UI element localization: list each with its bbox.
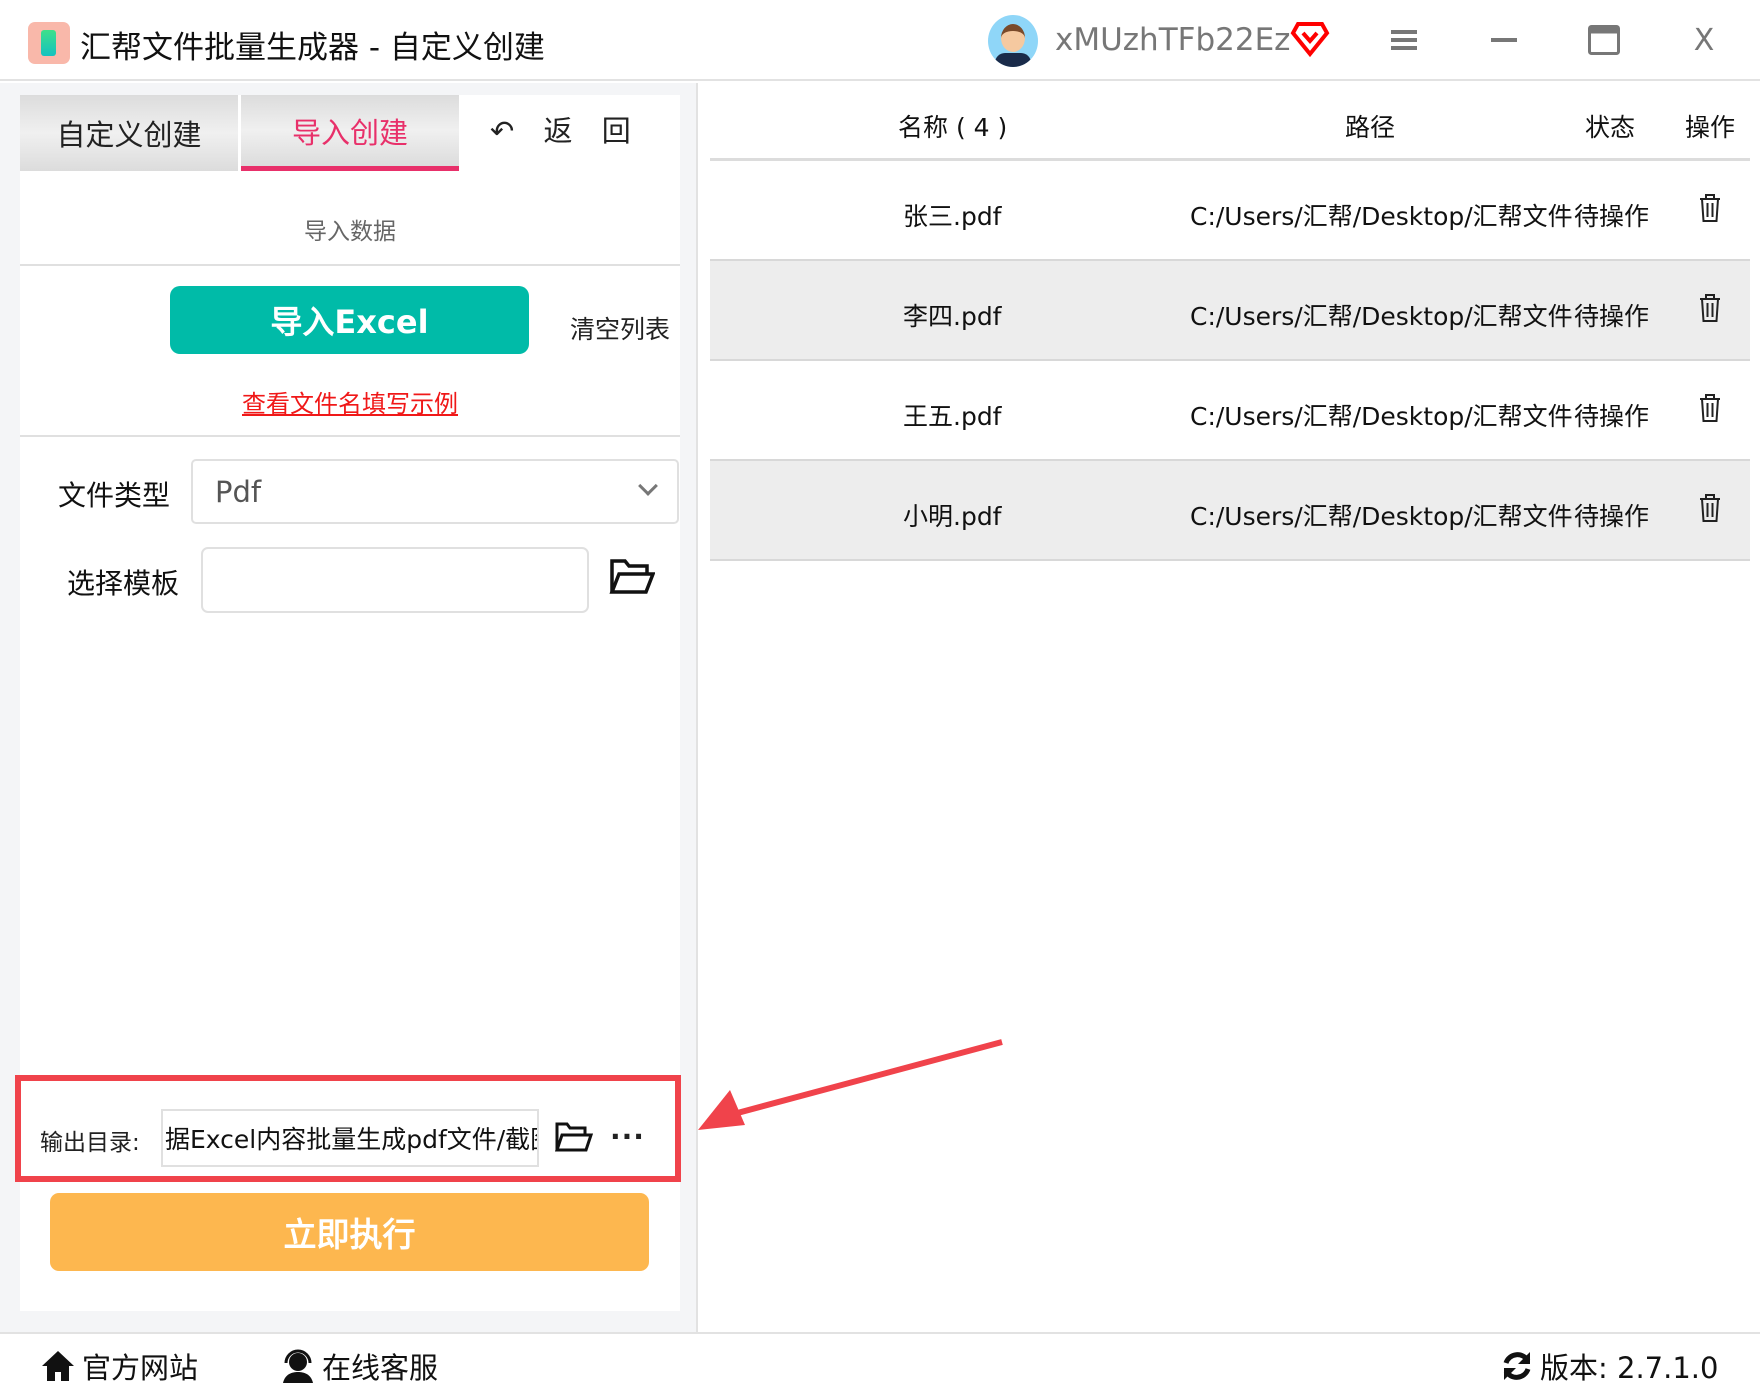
file-name: 王五.pdf <box>903 402 1002 431</box>
table-row[interactable]: 张三.pdf C:/Users/汇帮/Desktop/汇帮文件 待操作 <box>710 161 1750 261</box>
file-path: C:/Users/汇帮/Desktop/汇帮文件 <box>1190 302 1573 331</box>
section-title: 导入数据 <box>304 219 396 245</box>
trash-icon[interactable] <box>1698 393 1722 423</box>
file-status: 待操作 <box>1574 402 1650 431</box>
column-header-status: 状态 <box>1585 113 1636 142</box>
column-header-path: 路径 <box>1345 113 1396 142</box>
file-name: 张三.pdf <box>903 202 1002 231</box>
app-logo-icon <box>28 22 70 64</box>
example-link[interactable]: 查看文件名填写示例 <box>20 384 680 419</box>
folder-open-icon[interactable] <box>609 556 655 596</box>
online-support-label: 在线客服 <box>322 1351 439 1385</box>
table-row[interactable]: 王五.pdf C:/Users/汇帮/Desktop/汇帮文件 待操作 <box>710 361 1750 461</box>
minimize-icon <box>1491 38 1517 42</box>
file-path: C:/Users/汇帮/Desktop/汇帮文件 <box>1190 502 1573 531</box>
online-support-link[interactable]: 在线客服 <box>280 1345 438 1387</box>
maximize-button[interactable] <box>1584 20 1624 60</box>
undo-icon: ↶ <box>490 114 525 148</box>
file-path: C:/Users/汇帮/Desktop/汇帮文件 <box>1190 402 1573 431</box>
column-header-name: 名称 ( 4 ) <box>898 113 1008 142</box>
execute-button[interactable]: 立即执行 <box>50 1193 649 1271</box>
table-row[interactable]: 小明.pdf C:/Users/汇帮/Desktop/汇帮文件 待操作 <box>710 461 1750 561</box>
trash-icon[interactable] <box>1698 493 1722 523</box>
output-dir-input[interactable]: 据Excel内容批量生成pdf文件/截图 <box>161 1109 539 1167</box>
back-label: 返 回 <box>543 114 641 148</box>
divider <box>20 264 680 266</box>
file-path: C:/Users/汇帮/Desktop/汇帮文件 <box>1190 202 1573 231</box>
close-button[interactable]: X <box>1684 20 1724 60</box>
avatar[interactable] <box>988 15 1038 67</box>
trash-icon[interactable] <box>1698 193 1722 223</box>
minimize-button[interactable] <box>1484 20 1524 60</box>
vip-badge-icon[interactable] <box>1290 18 1330 58</box>
back-button[interactable]: ↶ 返 回 <box>490 108 641 150</box>
menu-button[interactable] <box>1384 20 1424 60</box>
output-dir-label: 输出目录: <box>40 1130 140 1156</box>
version-info[interactable]: 版本: 2.7.1.0 <box>1500 1345 1718 1387</box>
official-website-label: 官方网站 <box>82 1351 199 1385</box>
file-type-value: Pdf <box>215 474 262 509</box>
trash-icon[interactable] <box>1698 293 1722 323</box>
home-icon <box>42 1351 74 1381</box>
annotation-arrow <box>698 1039 1003 1130</box>
column-header-action: 操作 <box>1685 113 1736 142</box>
username[interactable]: xMUzhTFb22Ez <box>1055 22 1290 58</box>
tab-import-create[interactable]: 导入创建 <box>241 95 459 171</box>
template-label: 选择模板 <box>67 567 180 600</box>
refresh-icon <box>1503 1352 1531 1380</box>
version-label: 版本: 2.7.1.0 <box>1540 1351 1719 1385</box>
more-options-button[interactable]: ··· <box>610 1120 645 1153</box>
bottom-bar <box>0 1332 1760 1400</box>
file-name: 李四.pdf <box>903 302 1002 331</box>
file-type-select[interactable]: Pdf <box>191 459 679 524</box>
official-website-link[interactable]: 官方网站 <box>40 1345 198 1387</box>
chevron-down-icon <box>638 476 658 496</box>
hamburger-icon <box>1391 30 1417 50</box>
file-type-label: 文件类型 <box>58 479 171 512</box>
folder-open-icon[interactable] <box>555 1121 593 1153</box>
file-status: 待操作 <box>1574 202 1650 231</box>
file-status: 待操作 <box>1574 302 1650 331</box>
template-input[interactable] <box>201 547 589 613</box>
import-excel-button[interactable]: 导入Excel <box>170 286 529 354</box>
table-row[interactable]: 李四.pdf C:/Users/汇帮/Desktop/汇帮文件 待操作 <box>710 261 1750 361</box>
customer-service-icon <box>283 1349 313 1383</box>
divider <box>20 435 680 437</box>
file-status: 待操作 <box>1574 502 1650 531</box>
maximize-icon <box>1588 25 1620 55</box>
file-name: 小明.pdf <box>903 502 1002 531</box>
clear-list-button[interactable]: 清空列表 <box>570 310 670 346</box>
app-title: 汇帮文件批量生成器 - 自定义创建 <box>80 30 545 66</box>
tab-custom-create[interactable]: 自定义创建 <box>20 95 238 171</box>
